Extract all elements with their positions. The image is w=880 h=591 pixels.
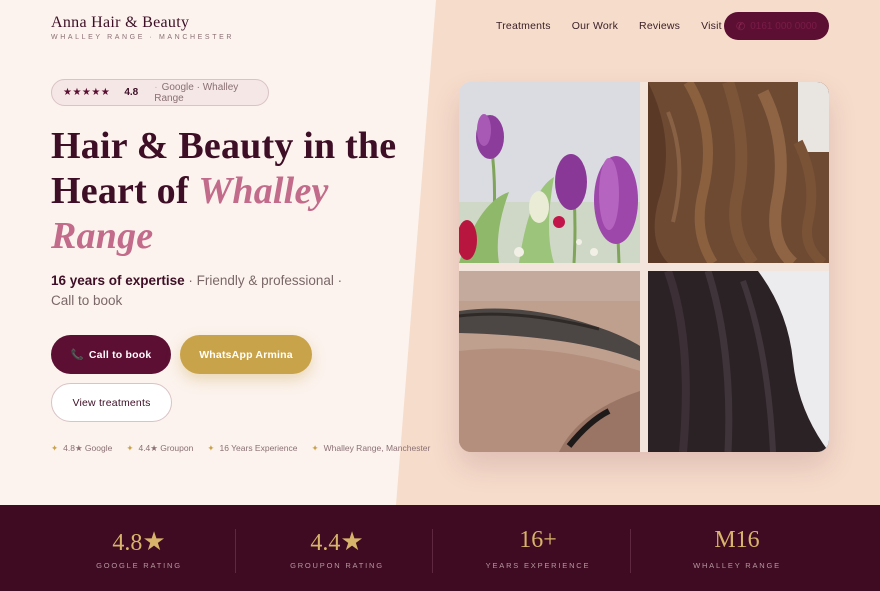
stat-number: 4.4 xyxy=(310,530,341,556)
work-gallery xyxy=(459,82,829,452)
nav-reviews[interactable]: Reviews xyxy=(639,20,680,32)
sparkle-icon: ✦ xyxy=(311,443,319,453)
stat-label: GOOGLE RATING xyxy=(96,561,182,570)
gallery-image-brown-hair[interactable] xyxy=(648,82,829,263)
star-icon: ★ xyxy=(340,527,364,556)
star-icon: ★ xyxy=(142,527,166,556)
view-treatments-button[interactable]: View treatments xyxy=(51,383,172,422)
eyebrow-illustration xyxy=(459,271,640,452)
badge-experience: ✦ 16 Years Experience xyxy=(207,443,297,454)
badge-text: Whalley Range, Manchester xyxy=(323,443,431,453)
badge-groupon: ✦ 4.4★ Groupon xyxy=(126,443,193,454)
rating-source: · Google · Whalley Range xyxy=(154,81,239,104)
nav-visit[interactable]: Visit xyxy=(701,20,722,32)
rating-pill: ★★★★★ 4.8 · Google · Whalley Range xyxy=(51,79,269,106)
call-to-book-label: Call to book xyxy=(88,348,152,361)
gallery-image-tulips[interactable] xyxy=(459,82,640,263)
whatsapp-label: WhatsApp Armina xyxy=(199,348,293,361)
badge-text: 4.4★ Groupon xyxy=(138,443,194,453)
stat-label: WHALLEY RANGE xyxy=(693,561,781,570)
stat-location: M16 WHALLEY RANGE xyxy=(638,505,836,591)
badge-google: ✦ 4.8★ Google xyxy=(51,443,112,454)
brand[interactable]: Anna Hair & Beauty WHALLEY RANGE · MANCH… xyxy=(51,14,234,41)
stat-divider xyxy=(235,529,236,573)
stat-number: 4.8 xyxy=(112,530,143,556)
tulips-illustration xyxy=(459,82,640,263)
stats-bar: 4.8★ GOOGLE RATING 4.4★ GROUPON RATING 1… xyxy=(0,505,880,591)
brand-subtitle: WHALLEY RANGE · MANCHESTER xyxy=(51,34,234,41)
hero-subline: 16 years of expertise · Friendly & profe… xyxy=(51,271,351,311)
hero-headline: Hair & Beauty in the Heart of Whalley Ra… xyxy=(51,124,421,259)
phone-icon: 📞 xyxy=(70,349,84,361)
stat-divider xyxy=(630,529,631,573)
rating-source-text: Google · Whalley Range xyxy=(154,81,239,104)
stat-value: 16+ xyxy=(519,527,557,553)
badge-location: ✦ Whalley Range, Manchester xyxy=(311,443,430,454)
whatsapp-button[interactable]: WhatsApp Armina xyxy=(180,335,312,374)
rating-score: 4.8 xyxy=(124,87,139,98)
view-treatments-label: View treatments xyxy=(72,396,151,409)
call-to-book-button[interactable]: 📞 Call to book xyxy=(51,335,171,374)
hero-section: Anna Hair & Beauty WHALLEY RANGE · MANCH… xyxy=(0,0,880,505)
sparkle-icon: ✦ xyxy=(207,443,215,453)
brand-name: Anna Hair & Beauty xyxy=(51,14,190,31)
stat-value: M16 xyxy=(714,527,760,553)
nav-call-button[interactable]: ✆ 0161 000 0000 xyxy=(724,12,829,40)
rating-stars: ★★★★★ xyxy=(63,87,111,98)
stat-years-experience: 16+ YEARS EXPERIENCE xyxy=(439,505,637,591)
stat-label: YEARS EXPERIENCE xyxy=(485,561,591,570)
stat-groupon-rating: 4.4★ GROUPON RATING xyxy=(238,505,436,591)
nav-treatments[interactable]: Treatments xyxy=(496,20,551,32)
trust-badges: ✦ 4.8★ Google ✦ 4.4★ Groupon ✦ 16 Years Exp… xyxy=(51,443,444,454)
nav-call-label: 0161 000 0000 xyxy=(750,20,817,32)
stat-label: GROUPON RATING xyxy=(290,561,384,570)
phone-icon: ✆ xyxy=(736,20,746,33)
nav-our-work[interactable]: Our Work xyxy=(572,20,618,32)
stat-google-rating: 4.8★ GOOGLE RATING xyxy=(40,505,238,591)
stat-value: 4.4★ xyxy=(238,527,436,557)
subline-strong: 16 years of expertise xyxy=(51,273,185,288)
gallery-image-dark-hair[interactable] xyxy=(648,271,829,452)
dark-hair-illustration xyxy=(648,271,829,452)
sparkle-icon: ✦ xyxy=(126,443,134,453)
stat-value: 4.8★ xyxy=(40,527,238,557)
sparkle-icon: ✦ xyxy=(51,443,59,453)
main-nav: Treatments Our Work Reviews Visit xyxy=(496,20,743,32)
badge-text: 4.8★ Google xyxy=(63,443,113,453)
brown-hair-illustration xyxy=(648,82,829,263)
stat-divider xyxy=(432,529,433,573)
badge-text: 16 Years Experience xyxy=(219,443,298,453)
gallery-image-eyebrow[interactable] xyxy=(459,271,640,452)
